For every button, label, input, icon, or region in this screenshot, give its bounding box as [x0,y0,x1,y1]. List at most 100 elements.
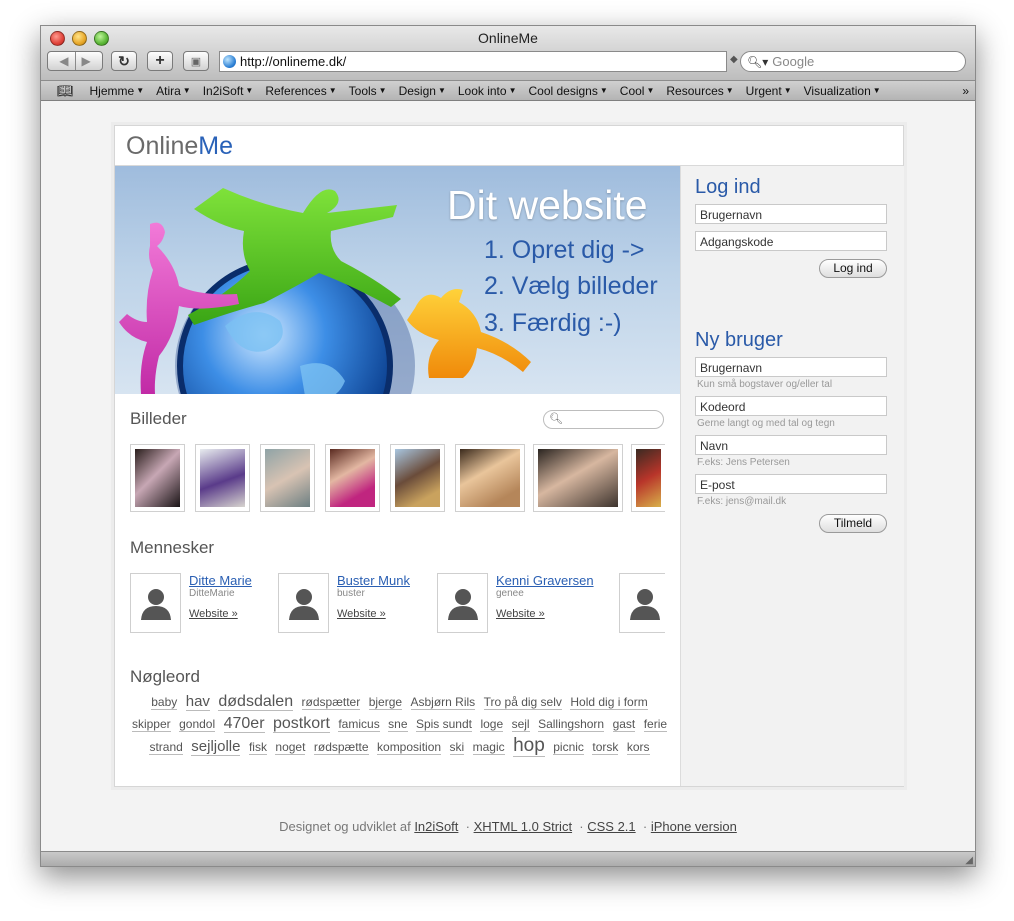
bookmark-tools[interactable]: Tools ▼ [349,84,387,98]
keyword-tag[interactable]: Asbjørn Rils [410,695,476,710]
footer-xhtml-link[interactable]: XHTML 1.0 Strict [474,819,572,834]
keyword-tag[interactable]: ski [449,740,465,755]
keyword-tag[interactable]: fisk [248,740,267,755]
sidebar: Log ind Brugernavn Adgangskode Log ind N… [680,166,904,786]
reload-button[interactable]: ↻ [111,51,137,71]
bookmark-resources[interactable]: Resources ▼ [666,84,733,98]
picture-thumbnail[interactable] [533,444,623,512]
add-bookmark-button[interactable]: + [147,51,173,71]
login-button[interactable]: Log ind [819,259,887,278]
keyword-tag[interactable]: gondol [179,717,216,732]
keyword-tag[interactable]: bjerge [368,695,403,710]
picture-thumbnail[interactable] [195,444,250,512]
footer-in2isoft-link[interactable]: In2iSoft [414,819,458,834]
keyword-tag[interactable]: magic [472,740,505,755]
keyword-tag[interactable]: noget [275,740,306,755]
keyword-tag[interactable]: rødspætte [313,740,369,755]
address-bar[interactable]: http://onlineme.dk/ [219,51,727,72]
keyword-tag[interactable]: gast [612,717,636,732]
footer-iphone-link[interactable]: iPhone version [651,819,737,834]
bookmark-visualization[interactable]: Visualization ▼ [804,84,881,98]
keyword-tag[interactable]: loge [480,717,504,732]
bookmark-look-into[interactable]: Look into ▼ [458,84,517,98]
avatar[interactable] [130,573,181,633]
picture-thumbnail[interactable] [631,444,665,512]
keyword-tag[interactable]: picnic [553,740,584,755]
person-website-link[interactable]: Website » [189,608,238,620]
picture-thumbnail[interactable] [390,444,445,512]
bookmark-hjemme[interactable]: Hjemme ▼ [90,84,145,98]
keyword-tag[interactable]: dødsdalen [218,693,294,711]
footer-css-link[interactable]: CSS 2.1 [587,819,635,834]
keywords-heading: Nøgleord [130,667,200,686]
site-logo[interactable]: OnlineMe [126,132,233,161]
keyword-tag[interactable]: Sallingshorn [538,717,605,732]
avatar[interactable] [437,573,488,633]
keyword-tag[interactable]: kors [626,740,650,755]
avatar[interactable] [278,573,329,633]
keyword-tag[interactable]: baby [151,695,178,710]
signup-button[interactable]: Tilmeld [819,514,887,533]
bookmark-cool-designs[interactable]: Cool designs ▼ [528,84,607,98]
bookmark-cool[interactable]: Cool ▼ [620,84,655,98]
keyword-tag[interactable]: Spis sundt [415,717,472,732]
signup-password-hint: Gerne langt og med tal og tegn [697,418,835,429]
keyword-tag[interactable]: strand [149,740,183,755]
keyword-tag[interactable]: komposition [377,740,442,755]
tag-cloud: baby hav dødsdalen rødspætter bjerge Asb… [127,691,672,758]
signup-name-input[interactable]: Navn [695,435,887,455]
keyword-tag[interactable]: hop [513,735,545,757]
person-name[interactable]: Ditte Marie [189,573,252,588]
keyword-tag[interactable]: 470er [223,715,265,733]
rss-chevron-icon[interactable]: ◆ [730,54,738,65]
snapback-button[interactable]: ▣ [183,51,209,71]
keyword-tag[interactable]: famicus [338,717,380,732]
more-bookmarks-icon[interactable]: » [962,84,969,98]
bookmarks-book-icon[interactable]: 📖︎ [57,83,74,99]
keyword-tag[interactable]: sejl [511,717,530,732]
back-forward-buttons[interactable]: ◀ ▶ [47,51,103,71]
footer-credit-text: Designet og udviklet af [279,819,411,834]
bookmark-design[interactable]: Design ▼ [399,84,446,98]
picture-thumbnail[interactable] [455,444,525,512]
pictures-search-input[interactable]: 🔍︎ [543,410,664,429]
keyword-tag[interactable]: sejljolle [191,738,241,756]
bookmark-references[interactable]: References ▼ [265,84,336,98]
bookmark-atira[interactable]: Atira ▼ [156,84,191,98]
bookmark-in2isoft[interactable]: In2iSoft ▼ [203,84,254,98]
keyword-tag[interactable]: torsk [592,740,619,755]
bookmark-urgent[interactable]: Urgent ▼ [746,84,792,98]
login-username-input[interactable]: Brugernavn [695,204,887,224]
person-website-link[interactable]: Website » [337,608,386,620]
hero-step-2: 2. Vælg billeder [484,272,658,300]
back-arrow-icon[interactable]: ◀ [59,54,68,68]
page-content: OnlineMe Dit website 1. Opret dig -> 2. … [41,101,975,851]
browser-window: OnlineMe ◀ ▶ ↻ + ▣ http://onlineme.dk/ ◆… [40,25,976,867]
bookmarks-bar: 📖︎ Hjemme ▼ Atira ▼ In2iSoft ▼ References ▼ … [41,81,975,101]
keyword-tag[interactable]: rødspætter [301,695,361,710]
resize-grip-icon[interactable]: ◢ [965,855,973,866]
forward-arrow-icon[interactable]: ▶ [82,54,91,68]
login-heading: Log ind [695,176,761,198]
signup-password-input[interactable]: Kodeord [695,396,887,416]
login-password-input[interactable]: Adgangskode [695,231,887,251]
keyword-tag[interactable]: ferie [643,717,668,732]
keyword-tag[interactable]: skipper [131,717,171,732]
keyword-tag[interactable]: Hold dig i form [570,695,648,710]
search-icon: 🔍︎▾ [747,54,769,69]
signup-username-input[interactable]: Brugernavn [695,357,887,377]
picture-thumbnail[interactable] [325,444,380,512]
address-text: http://onlineme.dk/ [240,54,347,69]
avatar[interactable] [619,573,665,633]
signup-email-input[interactable]: E-post [695,474,887,494]
keyword-tag[interactable]: postkort [272,715,330,733]
keyword-tag[interactable]: hav [185,693,210,711]
picture-thumbnail[interactable] [130,444,185,512]
person-website-link[interactable]: Website » [496,608,545,620]
person-name[interactable]: Buster Munk [337,573,410,588]
keyword-tag[interactable]: sne [388,717,408,732]
person-name[interactable]: Kenni Graversen [496,573,594,588]
search-field[interactable]: 🔍︎▾ Google [740,51,966,72]
keyword-tag[interactable]: Tro på dig selv [483,695,562,710]
picture-thumbnail[interactable] [260,444,315,512]
